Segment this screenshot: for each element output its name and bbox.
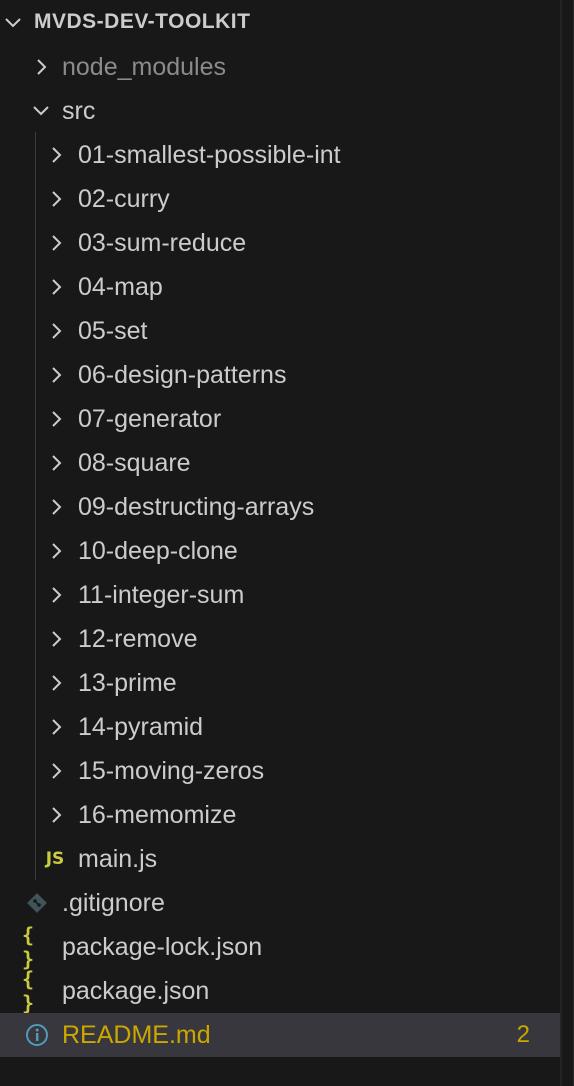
file-label: README.md [62, 1020, 211, 1049]
folder-item[interactable]: 12-remove [0, 617, 560, 661]
file-gitignore[interactable]: .gitignore [0, 881, 560, 925]
problem-count-badge: 2 [516, 1021, 530, 1048]
folder-label: 13-prime [78, 668, 177, 697]
file-package-json[interactable]: { } package.json [0, 967, 560, 1015]
folder-label: 09-destructing-arrays [78, 492, 315, 521]
folder-item[interactable]: 06-design-patterns [0, 353, 560, 397]
workspace-root-folder[interactable]: MVDS-DEV-TOOLKIT [0, 0, 560, 44]
chevron-right-icon [45, 265, 67, 309]
json-file-icon: { } [22, 923, 35, 971]
folder-label: 11-integer-sum [78, 580, 245, 609]
folder-item[interactable]: 07-generator [0, 397, 560, 441]
folder-label: 15-moving-zeros [78, 756, 265, 785]
chevron-right-icon [45, 705, 67, 749]
json-file-icon: { } [22, 967, 35, 1015]
folder-item[interactable]: 02-curry [0, 177, 560, 221]
folder-item[interactable]: 13-prime [0, 661, 560, 705]
chevron-right-icon [45, 353, 67, 397]
folder-node-modules[interactable]: node_modules [0, 45, 560, 89]
chevron-down-icon [2, 0, 24, 44]
folder-item[interactable]: 04-map [0, 265, 560, 309]
folder-label: 08-square [78, 448, 191, 477]
folder-label: 02-curry [78, 184, 170, 213]
file-label: package.json [62, 976, 210, 1005]
chevron-right-icon [45, 397, 67, 441]
folder-item[interactable]: 14-pyramid [0, 705, 560, 749]
folder-item[interactable]: 09-destructing-arrays [0, 485, 560, 529]
folder-item[interactable]: 10-deep-clone [0, 529, 560, 573]
folder-label: 01-smallest-possible-int [78, 140, 341, 169]
folder-label: 10-deep-clone [78, 536, 238, 565]
file-readme-md[interactable]: README.md 2 [0, 1013, 560, 1057]
scrollbar-track[interactable] [560, 0, 562, 1086]
chevron-right-icon [30, 45, 52, 89]
folder-label: 16-memomize [78, 800, 237, 829]
folder-label: 12-remove [78, 624, 198, 653]
folder-label: 07-generator [78, 404, 222, 433]
folder-label: 03-sum-reduce [78, 228, 247, 257]
folder-item[interactable]: 11-integer-sum [0, 573, 560, 617]
file-main-js[interactable]: JS main.js [0, 837, 560, 881]
file-package-lock-json[interactable]: { } package-lock.json [0, 923, 560, 971]
chevron-right-icon [45, 749, 67, 793]
folder-label: 06-design-patterns [78, 360, 287, 389]
folder-item[interactable]: 01-smallest-possible-int [0, 133, 560, 177]
chevron-right-icon [45, 661, 67, 705]
chevron-right-icon [45, 573, 67, 617]
folder-label: 14-pyramid [78, 712, 204, 741]
folder-label: 05-set [78, 316, 148, 345]
file-label: main.js [78, 844, 158, 873]
workspace-root-label: MVDS-DEV-TOOLKIT [34, 10, 251, 33]
file-explorer: MVDS-DEV-TOOLKIT node_modules src 01-sma… [0, 0, 574, 1086]
chevron-right-icon [45, 133, 67, 177]
chevron-right-icon [45, 441, 67, 485]
file-label: .gitignore [62, 888, 165, 917]
chevron-down-icon [30, 89, 52, 133]
chevron-right-icon [45, 485, 67, 529]
folder-label: 04-map [78, 272, 163, 301]
folder-item[interactable]: 16-memomize [0, 793, 560, 837]
chevron-right-icon [45, 529, 67, 573]
chevron-right-icon [45, 793, 67, 837]
chevron-right-icon [45, 177, 67, 221]
folder-item[interactable]: 08-square [0, 441, 560, 485]
chevron-right-icon [45, 309, 67, 353]
info-icon [24, 1013, 50, 1057]
file-label: package-lock.json [62, 932, 263, 961]
folder-item[interactable]: 03-sum-reduce [0, 221, 560, 265]
folder-item[interactable]: 15-moving-zeros [0, 749, 560, 793]
javascript-file-icon: JS [45, 849, 65, 869]
folder-src[interactable]: src [0, 89, 560, 133]
folder-label: src [62, 96, 96, 125]
chevron-right-icon [45, 221, 67, 265]
chevron-right-icon [45, 617, 67, 661]
folder-item[interactable]: 05-set [0, 309, 560, 353]
folder-label: node_modules [62, 52, 227, 81]
git-diamond-icon [24, 881, 50, 925]
